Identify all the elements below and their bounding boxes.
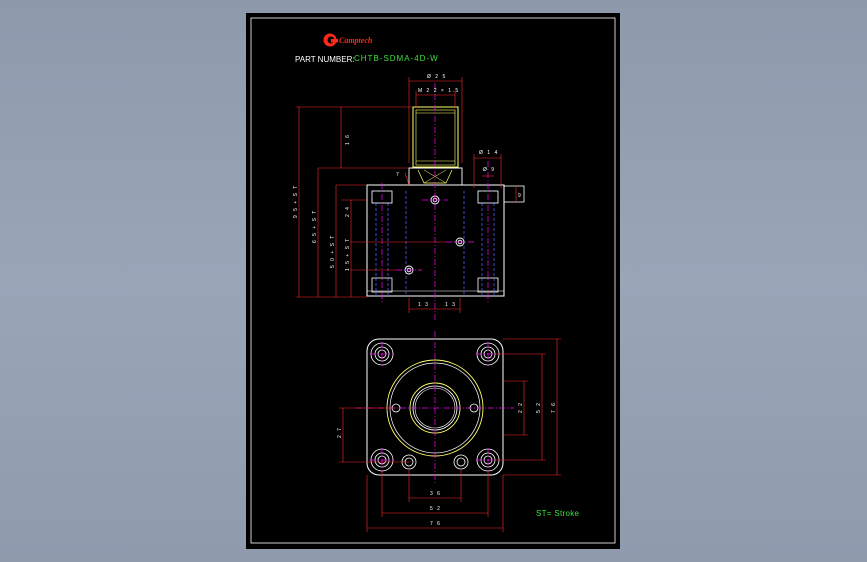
dim-height-15: 1 5 + S T bbox=[345, 237, 351, 271]
hex-nut bbox=[408, 167, 463, 186]
ports bbox=[404, 195, 465, 275]
dim-bottom-52: 5 2 bbox=[430, 506, 441, 512]
part-number-label: PART NUMBER: bbox=[295, 55, 355, 64]
top-centerlines bbox=[356, 331, 514, 483]
dim-height-16: 1 6 bbox=[345, 134, 351, 145]
dim-right-22: 2 2 bbox=[518, 402, 524, 413]
dim-height-50: 5 0 + S T bbox=[330, 234, 336, 268]
dim-dia-9: Ø 9 bbox=[483, 167, 496, 173]
sheet-border bbox=[250, 17, 616, 544]
dim-bottom-13b: 1 3 bbox=[445, 302, 456, 308]
drawing-sheet: Camptech PART NUMBER: CHTB-SDMA-4D-W Ø 2… bbox=[246, 13, 620, 549]
dim-dia-25: Ø 2 5 bbox=[427, 74, 447, 80]
top-fitting-outline bbox=[412, 106, 459, 168]
dim-bottom-36: 3 6 bbox=[430, 491, 441, 497]
dim-height-24: 2 4 bbox=[345, 206, 351, 217]
front-view: Ø 2 5 M 2 2 × 1.5 Ø 1 4 Ø 9 7 9 1 6 9 5 … bbox=[293, 74, 525, 321]
dim-height-65: 6 5 + S T bbox=[312, 209, 318, 243]
brand-logo: Camptech bbox=[323, 33, 373, 47]
dim-seven: 7 bbox=[396, 172, 400, 178]
dim-left-27: 2 7 bbox=[337, 427, 343, 438]
brand-name: Camptech bbox=[339, 36, 373, 45]
dim-right-52: 5 2 bbox=[536, 402, 542, 413]
dim-right-76: 7 6 bbox=[551, 402, 557, 413]
part-number-value: CHTB-SDMA-4D-W bbox=[354, 54, 439, 63]
cad-drawing: Camptech PART NUMBER: CHTB-SDMA-4D-W Ø 2… bbox=[250, 17, 616, 544]
dim-bottom-13a: 1 3 bbox=[418, 302, 429, 308]
dim-bottom-76: 7 6 bbox=[430, 521, 441, 527]
dim-dia-14: Ø 1 4 bbox=[479, 150, 499, 156]
dim-total-height: 9 5 + S T bbox=[293, 184, 299, 218]
stroke-note: ST= Stroke bbox=[536, 509, 579, 518]
dim-thread: M 2 2 × 1.5 bbox=[418, 88, 460, 94]
top-dimension-lines bbox=[339, 338, 561, 532]
top-view: 2 7 2 2 5 2 7 6 3 6 5 2 7 6 bbox=[337, 331, 561, 532]
front-centerlines bbox=[381, 83, 489, 321]
dim-nine: 9 bbox=[518, 193, 522, 199]
